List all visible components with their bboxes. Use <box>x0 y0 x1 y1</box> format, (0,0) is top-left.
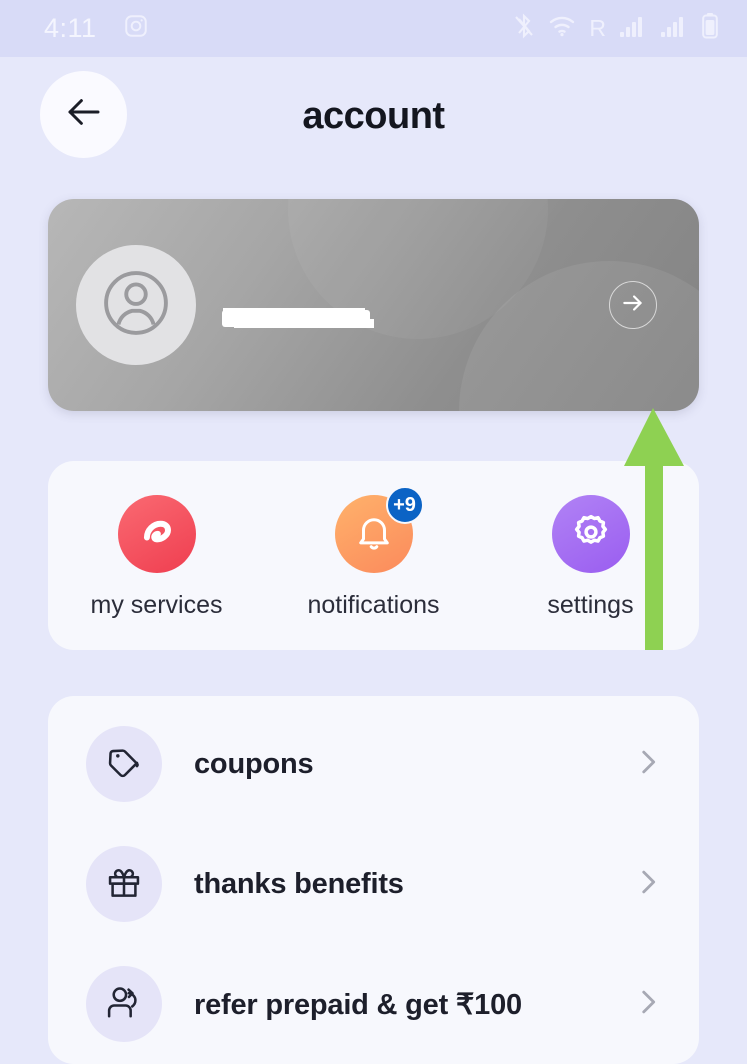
user-avatar-icon <box>97 264 175 347</box>
refer-prepaid-icon-circle <box>86 966 162 1042</box>
page-header: account <box>0 57 747 175</box>
back-button[interactable] <box>40 71 127 158</box>
notifications-label: notifications <box>307 591 440 619</box>
coupons-label: coupons <box>194 747 314 780</box>
thanks-benefits-icon-circle <box>86 846 162 922</box>
refer-person-icon <box>105 983 143 1026</box>
bell-icon <box>353 511 395 558</box>
quick-action-settings[interactable]: settings <box>496 495 686 620</box>
status-bar-left: 4:11 <box>44 13 149 44</box>
notifications-badge: +9 <box>385 486 424 524</box>
profile-text-block <box>222 284 370 327</box>
profile-phone-redacted <box>222 309 370 327</box>
status-bar-right: R <box>513 12 719 45</box>
quick-actions-card: my services +9 notifications settings <box>48 461 699 650</box>
battery-icon <box>701 12 719 45</box>
chevron-right-icon <box>631 985 665 1024</box>
gear-icon <box>570 511 612 558</box>
airtel-logo-icon <box>135 510 179 559</box>
tag-icon <box>105 743 143 786</box>
menu-list-card: coupons thanks benefits refer prepaid & … <box>48 696 699 1064</box>
profile-card-arrow-button[interactable] <box>609 281 657 329</box>
notifications-icon-circle: +9 <box>334 486 424 573</box>
list-item-thanks-benefits[interactable]: thanks benefits <box>48 824 699 944</box>
status-bar-clock: 4:11 <box>44 13 97 43</box>
settings-label: settings <box>547 591 634 619</box>
my-services-icon-circle <box>117 495 196 573</box>
instagram-icon <box>123 13 149 44</box>
wifi-icon <box>548 14 576 43</box>
status-bar: 4:11 R <box>0 0 747 57</box>
coupons-icon-circle <box>86 726 162 802</box>
my-services-label: my services <box>90 591 223 619</box>
arrow-left-icon <box>63 91 105 138</box>
roaming-indicator: R <box>589 15 606 41</box>
thanks-benefits-label: thanks benefits <box>194 867 404 900</box>
settings-icon-circle <box>551 495 630 573</box>
profile-card[interactable] <box>48 199 699 411</box>
chevron-right-icon <box>631 745 665 784</box>
signal-bars-sim2-icon <box>660 14 688 43</box>
list-item-coupons[interactable]: coupons <box>48 704 699 824</box>
refer-prepaid-label: refer prepaid & get ₹100 <box>194 988 522 1021</box>
page-title: account <box>302 94 445 137</box>
quick-action-notifications[interactable]: +9 notifications <box>279 486 469 620</box>
arrow-right-icon <box>620 290 646 321</box>
signal-bars-sim1-icon <box>619 14 647 43</box>
bluetooth-off-icon <box>513 12 535 45</box>
gift-icon <box>105 863 143 906</box>
quick-action-my-services[interactable]: my services <box>62 495 252 620</box>
list-item-refer-prepaid[interactable]: refer prepaid & get ₹100 <box>48 944 699 1064</box>
chevron-right-icon <box>631 865 665 904</box>
avatar <box>76 245 196 365</box>
